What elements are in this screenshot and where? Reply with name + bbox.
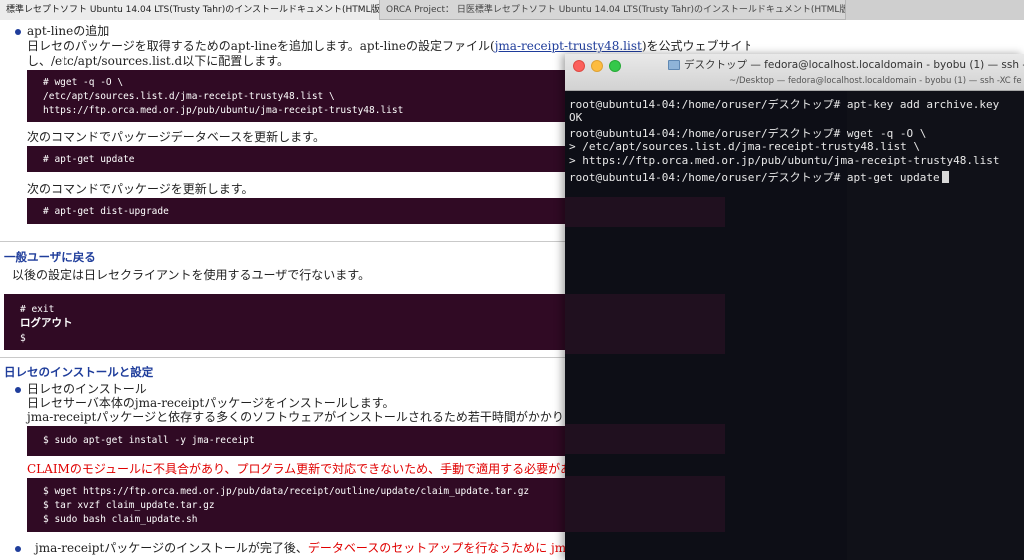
bullet-icon	[15, 29, 21, 35]
code-line: $ wget https://ftp.orca.med.or.jp/pub/da…	[43, 486, 530, 497]
terminal-title: デスクトップ — fedora@localhost.localdomain - …	[684, 59, 1024, 71]
translucent-underlay	[565, 294, 725, 354]
bullet-icon	[15, 387, 21, 393]
section-title-normal-user: 一般ユーザに戻る	[4, 250, 96, 264]
terminal-line: > /etc/apt/sources.list.d/jma-receipt-tr…	[569, 140, 920, 153]
minimize-window-button[interactable]	[591, 60, 603, 72]
close-window-button[interactable]	[573, 60, 585, 72]
install-title: 日レセのインストール	[27, 382, 147, 396]
section-normal-user-desc: 以後の設定は日レセクライアントを使用するユーザで行ないます。	[12, 268, 371, 282]
terminal-subtitle: ~/Desktop — fedora@localhost.localdomain…	[729, 76, 1022, 86]
code-line: # apt-get dist-upgrade	[43, 206, 169, 217]
aptline-list-link[interactable]: jma-receipt-trusty48.list	[495, 39, 642, 53]
terminal-line-current[interactable]: root@ubuntu14-04:/home/oruser/デスクトップ# ap…	[569, 169, 949, 185]
last-line-a: jma-receiptパッケージのインストールが完了後、	[35, 541, 308, 555]
terminal-titlebar[interactable]: デスクトップ — fedora@localhost.localdomain - …	[565, 54, 1024, 91]
code-line: https://ftp.orca.med.or.jp/pub/ubuntu/jm…	[43, 105, 404, 116]
folder-icon	[668, 60, 680, 70]
aptline-desc-line1: 日レセのパッケージを取得するためのapt-lineを追加します。apt-line…	[27, 39, 750, 54]
browser-tab-bar: 標準レセプトソフト Ubuntu 14.04 LTS(Trusty Tahr)の…	[0, 0, 1024, 20]
translucent-underlay	[565, 424, 725, 454]
last-line: jma-receiptパッケージのインストールが完了後、データベースのセットアッ…	[35, 541, 627, 556]
browser-tab-1[interactable]: 標準レセプトソフト Ubuntu 14.04 LTS(Trusty Tahr)の…	[0, 0, 380, 20]
code-line: ログアウト	[20, 317, 73, 329]
code-line: # apt-get update	[43, 154, 135, 165]
code-line: $ sudo apt-get install -y jma-receipt	[43, 435, 255, 446]
translucent-underlay	[565, 476, 725, 532]
translucent-underlay	[565, 197, 725, 227]
bullet-icon	[15, 546, 21, 552]
zoom-window-button[interactable]	[609, 60, 621, 72]
code-line: # exit	[20, 304, 55, 315]
upgrade-desc: 次のコマンドでパッケージを更新します。	[27, 182, 254, 196]
install-desc-2: jma-receiptパッケージと依存する多くのソフトウェアがインストールされる…	[27, 410, 599, 424]
code-line: $ sudo bash claim_update.sh	[43, 514, 198, 525]
browser-tab-2[interactable]: ORCA Project： 日医標準レセプトソフト Ubuntu 14.04 L…	[380, 0, 846, 20]
text-cursor-icon	[63, 56, 71, 70]
terminal-line: root@ubuntu14-04:/home/oruser/デスクトップ# ap…	[569, 98, 1000, 111]
code-line: /etc/apt/sources.list.d/jma-receipt-trus…	[43, 91, 335, 102]
terminal-line: root@ubuntu14-04:/home/oruser/デスクトップ# wg…	[569, 127, 927, 140]
terminal-line: > https://ftp.orca.med.or.jp/pub/ubuntu/…	[569, 154, 1000, 167]
update-desc: 次のコマンドでパッケージデータベースを更新します。	[27, 130, 325, 144]
code-line: $ tar xvzf claim_update.tar.gz	[43, 500, 215, 511]
section-title-install: 日レセのインストールと設定	[4, 365, 154, 379]
code-line: # wget -q -O \	[43, 77, 124, 88]
terminal-line: OK	[569, 111, 583, 124]
install-desc-1: 日レセサーバ本体のjma-receiptパッケージをインストールします。	[27, 396, 395, 410]
terminal-prompt-text: root@ubuntu14-04:/home/oruser/デスクトップ# ap…	[569, 171, 940, 184]
terminal-cursor	[941, 171, 949, 183]
code-line: $	[20, 333, 26, 344]
claim-warning: CLAIMのモジュールに不具合があり、プログラム更新で対応できないため、手動で適…	[27, 462, 619, 476]
aptline-desc-a: 日レセのパッケージを取得するためのapt-lineを追加します。apt-line…	[27, 39, 495, 53]
browser-tab-empty	[846, 0, 1024, 20]
terminal-window[interactable]: デスクトップ — fedora@localhost.localdomain - …	[565, 54, 1024, 560]
aptline-title: apt-lineの追加	[27, 24, 110, 38]
aptline-desc-b: )を公式ウェブサイトから取得	[641, 39, 750, 53]
